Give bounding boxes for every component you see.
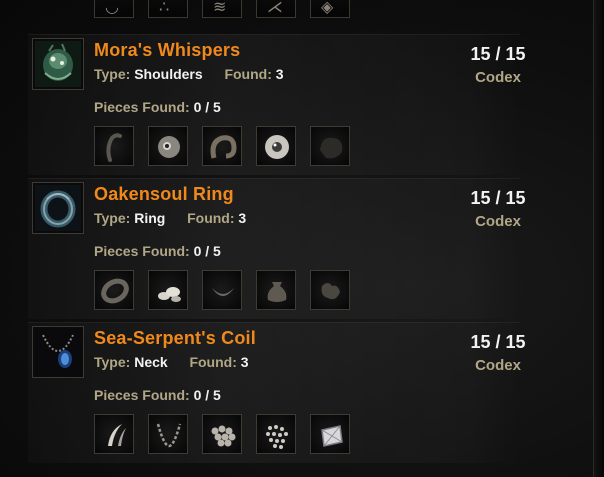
tentacle-icon[interactable] (94, 126, 134, 166)
pieces-found-value: 0 / 5 (193, 387, 221, 403)
found-label: Found: (224, 66, 272, 82)
pieces-found-label: Pieces Found: (94, 99, 190, 115)
eye-icon[interactable] (256, 126, 296, 166)
coiled-tentacle-icon[interactable] (202, 126, 242, 166)
twisted-band-icon[interactable] (202, 270, 242, 310)
gemstone-icon[interactable] (310, 414, 350, 454)
type-value: Ring (134, 210, 166, 226)
scrollbar-frame[interactable] (593, 0, 604, 477)
set-entry[interactable]: Sea-Serpent's Coil Type: Neck Found: 3 P… (28, 322, 528, 463)
pearls-icon[interactable] (202, 414, 242, 454)
found-value: 3 (275, 66, 284, 82)
cloth-scrap-icon[interactable] (310, 270, 350, 310)
beads-icon[interactable] (256, 414, 296, 454)
set-name: Oakensoul Ring (94, 184, 234, 204)
pieces-found: Pieces Found: 0 / 5 (94, 99, 221, 115)
codex-link[interactable]: Codex (458, 69, 538, 86)
collection-count: 15 / 15 (470, 44, 526, 64)
piece-slot[interactable]: ≋ (202, 0, 242, 18)
pieces-found-value: 0 / 5 (193, 99, 221, 115)
pieces-found: Pieces Found: 0 / 5 (94, 387, 221, 403)
dark-cloth-icon[interactable] (310, 126, 350, 166)
pieces-found-value: 0 / 5 (193, 243, 221, 259)
set-entry[interactable]: Mora's Whispers Type: Shoulders Found: 3… (28, 34, 528, 175)
piece-slot[interactable]: ◡ (94, 0, 134, 18)
found-label: Found: (187, 210, 235, 226)
set-entry[interactable]: Oakensoul Ring Type: Ring Found: 3 Piece… (28, 178, 528, 319)
found-value: 3 (238, 210, 247, 226)
collection-count: 15 / 15 (470, 332, 526, 352)
piece-slot[interactable]: ◈ (310, 0, 350, 18)
set-meta: Type: Ring Found: 3 (94, 210, 246, 226)
codex-link[interactable]: Codex (458, 357, 538, 374)
found-label: Found: (189, 354, 237, 370)
eyeball-icon[interactable] (148, 126, 188, 166)
pieces-found: Pieces Found: 0 / 5 (94, 243, 221, 259)
pieces-found-label: Pieces Found: (94, 387, 190, 403)
piece-slot[interactable]: ∴ (148, 0, 188, 18)
collection-count: 15 / 15 (470, 188, 526, 208)
type-label: Type: (94, 354, 131, 370)
type-label: Type: (94, 66, 131, 82)
set-name: Mora's Whispers (94, 40, 241, 60)
set-meta: Type: Shoulders Found: 3 (94, 66, 284, 82)
set-name: Sea-Serpent's Coil (94, 328, 256, 348)
gem-shards-icon[interactable] (148, 270, 188, 310)
type-value: Neck (134, 354, 168, 370)
pieces-found-label: Pieces Found: (94, 243, 190, 259)
codex-link[interactable]: Codex (458, 213, 538, 230)
ring-band-icon[interactable] (94, 270, 134, 310)
type-label: Type: (94, 210, 131, 226)
set-meta: Type: Neck Found: 3 (94, 354, 249, 370)
chain-icon[interactable] (148, 414, 188, 454)
ring-icon[interactable] (32, 182, 84, 234)
amulet-icon[interactable] (32, 326, 84, 378)
type-value: Shoulders (134, 66, 203, 82)
piece-slot[interactable]: ⋌ (256, 0, 296, 18)
fang-icon[interactable] (94, 414, 134, 454)
pouch-icon[interactable] (256, 270, 296, 310)
shoulder-armor-icon[interactable] (32, 38, 84, 90)
found-value: 3 (240, 354, 249, 370)
